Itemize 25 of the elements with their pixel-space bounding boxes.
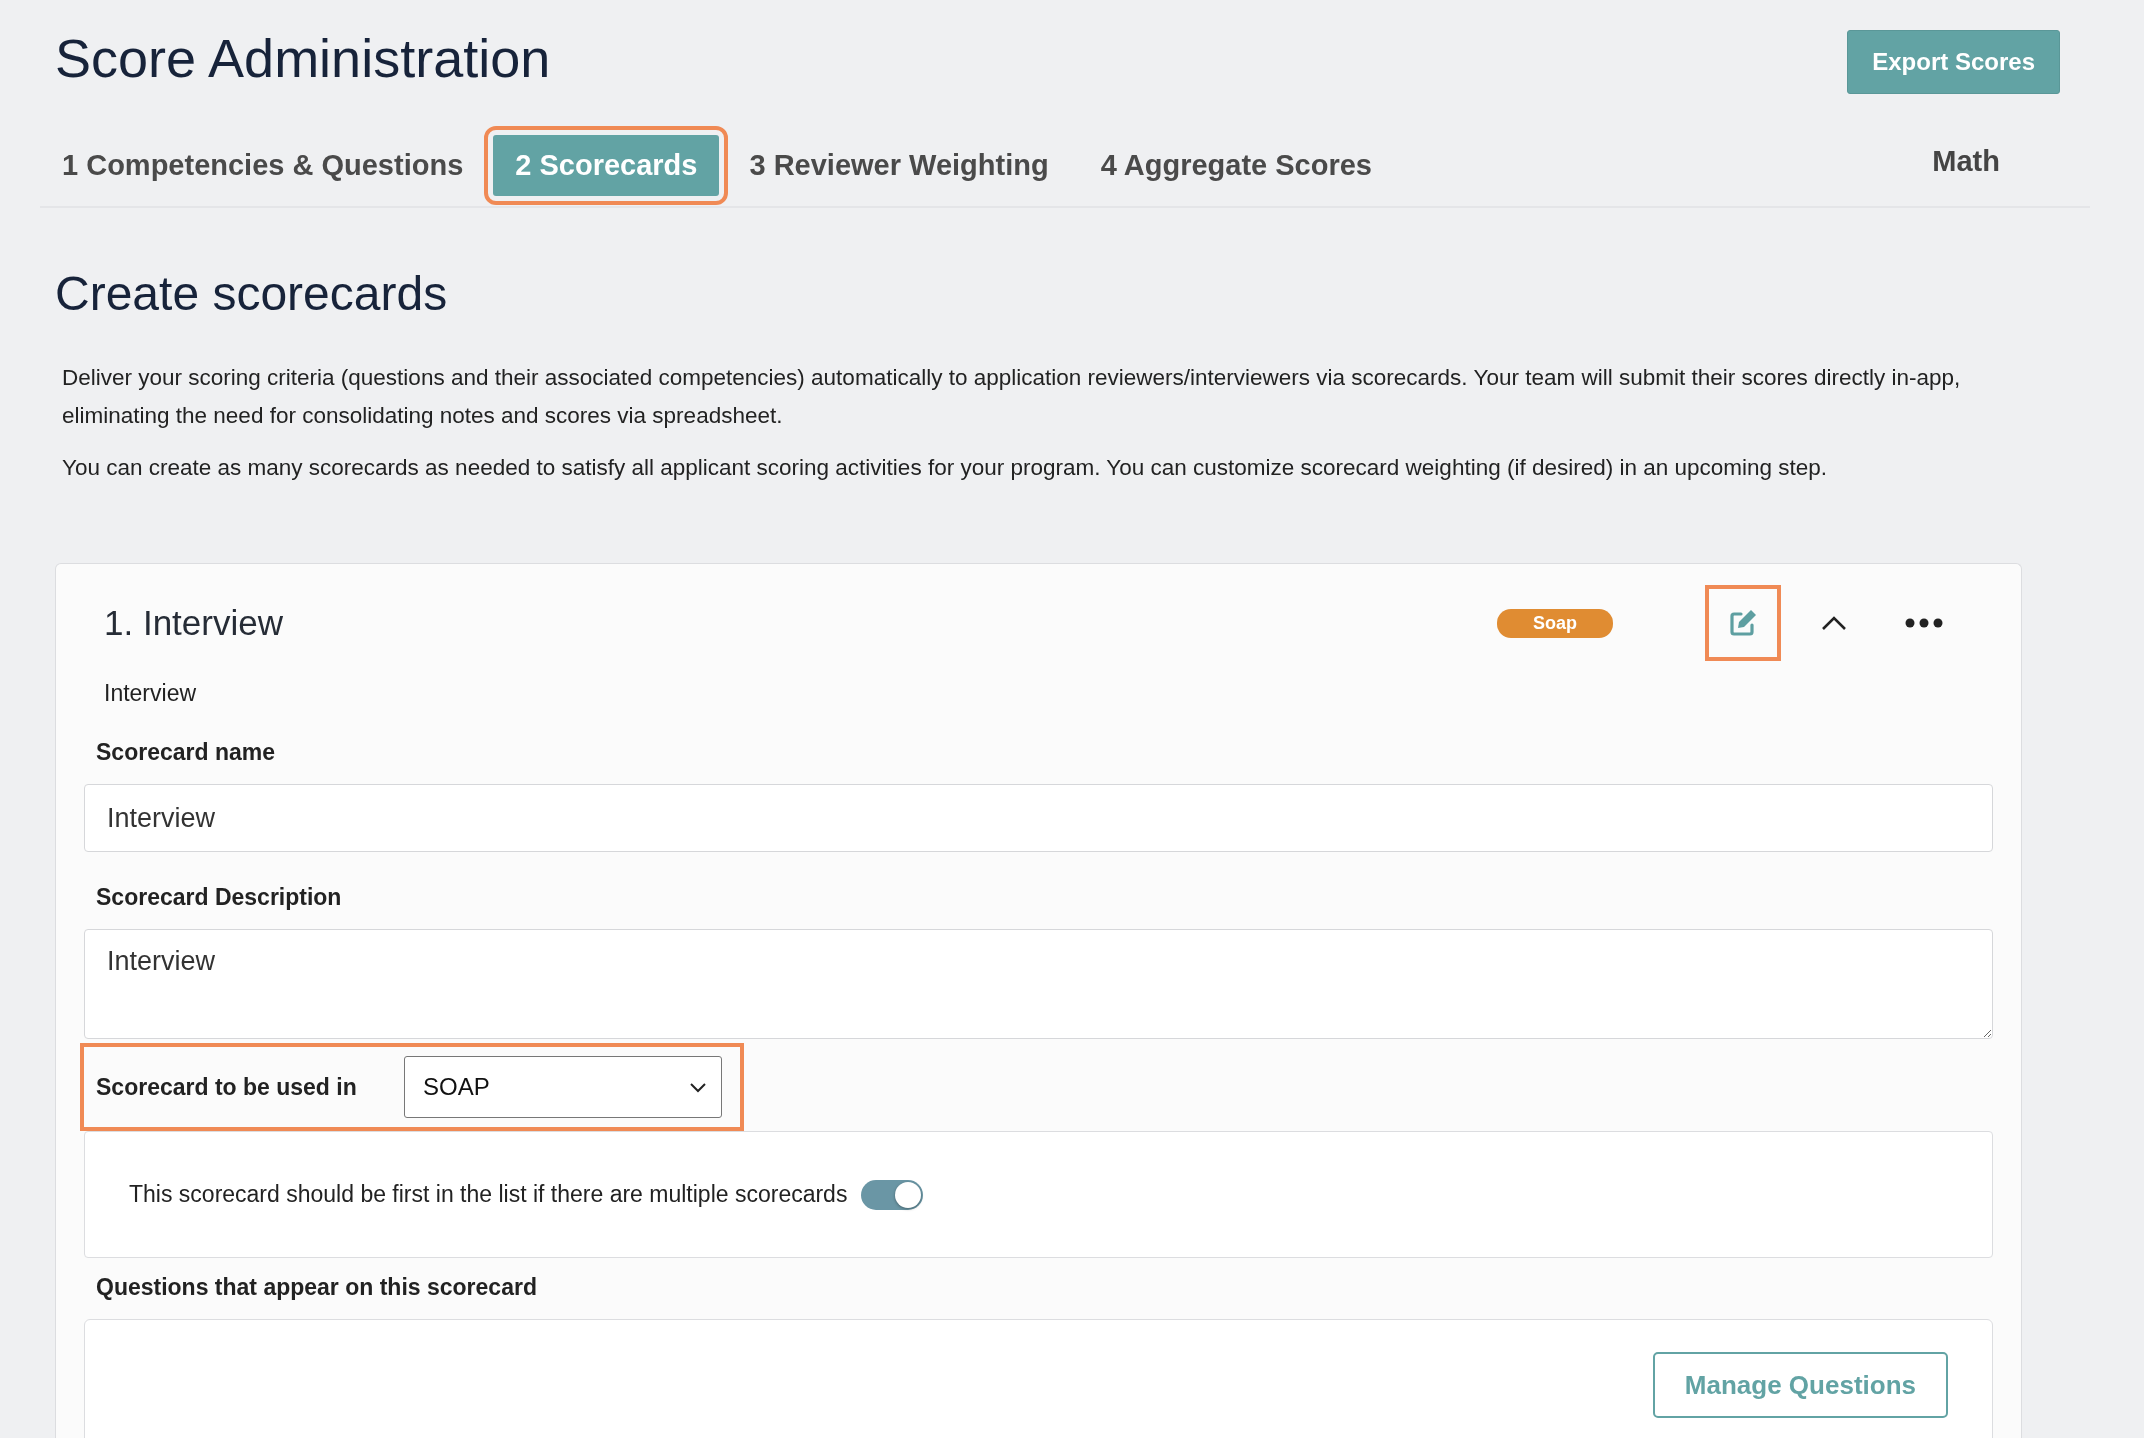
field-label: Scorecard to be used in xyxy=(96,1073,358,1101)
scorecard-subtitle: Interview xyxy=(103,679,198,707)
section-heading: Create scorecards xyxy=(55,266,449,321)
option-label: This scorecard should be first in the list if there are multiple scorecards xyxy=(129,1181,848,1208)
more-icon xyxy=(1905,618,1943,628)
chevron-down-icon xyxy=(689,1081,707,1093)
edit-button[interactable] xyxy=(1705,585,1781,661)
field-label: Scorecard name xyxy=(96,739,276,766)
scorecard-description-field[interactable]: Interview xyxy=(84,929,1993,1039)
step-tab[interactable]: 1 Competencies & Questions xyxy=(40,134,486,196)
scorecard-name-field[interactable]: Interview xyxy=(84,784,1993,852)
scorecard-tag: Soap xyxy=(1497,608,1613,638)
more-options-button[interactable] xyxy=(1905,618,1943,628)
field-label: Questions that appear on this scorecard xyxy=(96,1274,538,1301)
program-name: Math xyxy=(1932,144,2000,178)
scorecard-title: 1. Interview xyxy=(104,603,284,643)
toggle-switch[interactable] xyxy=(861,1179,924,1210)
field-label: Scorecard Description xyxy=(96,884,343,911)
page-title: Score Administration xyxy=(55,27,551,89)
description-paragraph: You can create as many scorecards as needed to satisfy all applicant scoring activities for your program. You can customize scorecard weighting (if desired) in an upcoming step. xyxy=(62,454,1829,482)
edit-icon xyxy=(1728,608,1758,638)
step-tab[interactable]: 4 Aggregate Scores xyxy=(1078,134,1394,196)
step-tab[interactable]: 3 Reviewer Weighting xyxy=(727,134,1071,196)
description-paragraph: Deliver your scoring criteria (questions and their associated competencies) automatically to application reviewers/interviewers via scorecards. Your team will submit their scores directly in-app, eliminating the need for consolidating notes and scores via spreadsheet. xyxy=(62,364,1962,430)
used-in-dropdown[interactable]: SOAP xyxy=(404,1056,722,1118)
